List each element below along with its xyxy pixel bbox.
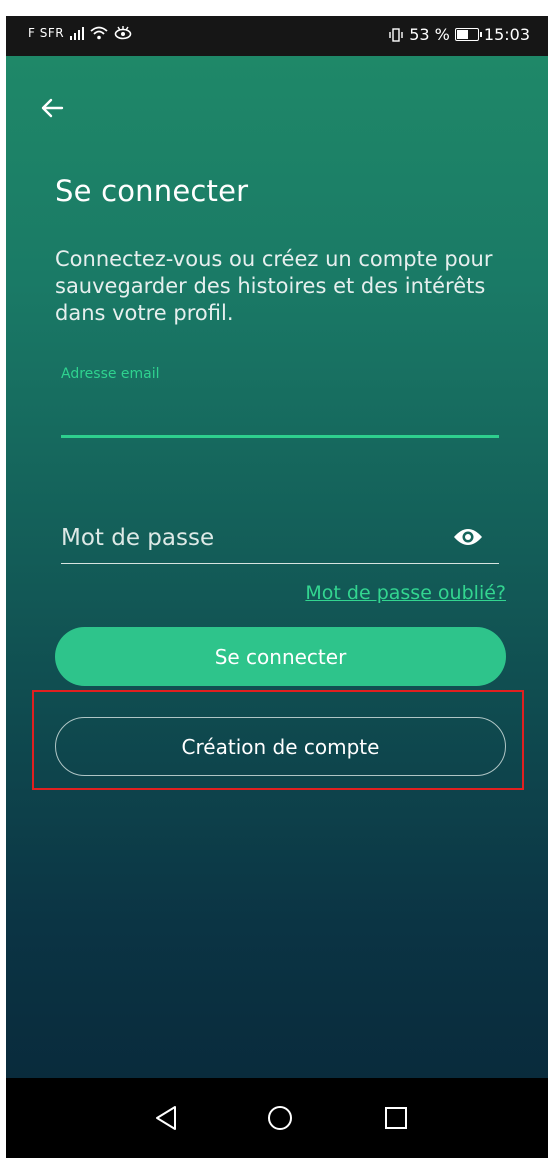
- create-account-button[interactable]: Création de compte: [55, 717, 506, 776]
- recents-square-icon: [385, 1107, 407, 1129]
- battery-percentage: 53 %: [409, 25, 450, 44]
- nav-back-button[interactable]: [150, 1102, 182, 1134]
- navigation-bar: [6, 1078, 548, 1158]
- password-underline: [61, 563, 499, 564]
- nav-home-button[interactable]: [264, 1102, 296, 1134]
- email-label: Adresse email: [61, 366, 160, 382]
- email-underline: [61, 435, 499, 438]
- forgot-password-link[interactable]: Mot de passe oublié?: [305, 582, 506, 604]
- status-bar: F SFR 53 % 15:03: [6, 16, 548, 56]
- status-right: 53 % 15:03: [388, 25, 530, 44]
- nav-recents-button[interactable]: [380, 1102, 412, 1134]
- battery-icon: [454, 28, 482, 41]
- carrier-name: F SFR: [28, 26, 65, 40]
- home-circle-icon: [268, 1106, 292, 1130]
- eye-icon: [454, 529, 482, 545]
- clock: 15:03: [483, 25, 530, 44]
- password-field[interactable]: [61, 518, 441, 558]
- back-button[interactable]: [34, 90, 70, 126]
- back-triangle-icon: [156, 1106, 176, 1130]
- phone-frame: F SFR 53 % 15:03 Se connecter Connectez-…: [6, 16, 548, 1158]
- arrow-left-icon: [41, 98, 64, 118]
- login-button[interactable]: Se connecter: [55, 627, 506, 686]
- vibrate-icon: [389, 27, 403, 42]
- wifi-icon: [90, 26, 108, 40]
- email-field[interactable]: [61, 396, 499, 432]
- status-left: F SFR: [28, 26, 132, 40]
- page-subtitle: Connectez-vous ou créez un compte pour s…: [55, 247, 493, 325]
- page-title: Se connecter: [55, 174, 249, 208]
- login-screen: Se connecter Connectez-vous ou créez un …: [6, 56, 548, 1078]
- signal-icon: [70, 26, 85, 40]
- show-password-toggle[interactable]: [450, 522, 486, 552]
- eye-notification-icon: [114, 26, 132, 40]
